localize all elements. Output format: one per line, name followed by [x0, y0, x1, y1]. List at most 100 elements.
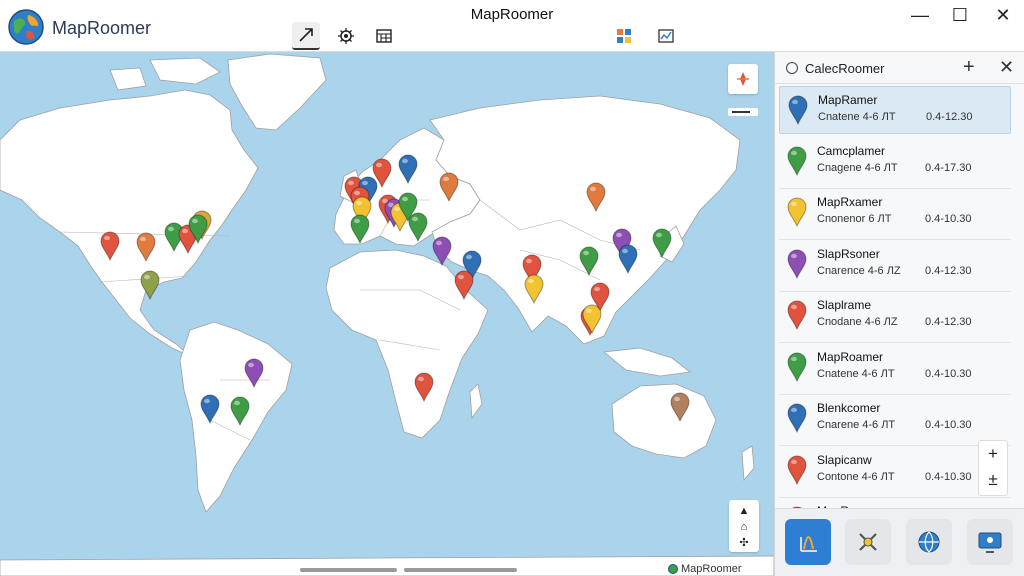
globe-logo-icon	[8, 9, 44, 45]
location-name: SlapRsoner	[817, 246, 880, 261]
map-pin[interactable]	[414, 372, 434, 403]
list-divider	[779, 239, 1011, 240]
location-value: 0.4-12.30	[926, 111, 973, 123]
list-divider	[779, 445, 1011, 446]
map-pin[interactable]	[432, 236, 452, 267]
chart-tool-button[interactable]	[652, 22, 680, 50]
chart-icon	[658, 29, 674, 43]
location-list-item[interactable]: MapRoamer Cnatene 4-6 ЛТ 0.4-10.30	[779, 344, 1011, 392]
sidebar-header: CalecRoomer + ✕	[775, 52, 1024, 84]
location-name: MapRamer	[818, 93, 878, 107]
location-subtitle: Cnarene 4-6 ЛТ	[817, 419, 896, 431]
map-pin-icon	[524, 274, 544, 305]
close-sidebar-button[interactable]: ✕	[999, 57, 1014, 77]
map-pin-icon	[188, 214, 208, 245]
map-scrollbar-right[interactable]	[404, 568, 517, 572]
arrow-tool-button[interactable]	[292, 22, 320, 50]
map-pin-icon	[582, 304, 602, 335]
location-list-item[interactable]: MapRoomer	[779, 498, 1011, 508]
minimize-button[interactable]: —	[900, 2, 940, 28]
map-pin-icon	[408, 212, 428, 243]
satellite-button[interactable]	[845, 519, 891, 565]
globe-small-icon	[668, 564, 678, 574]
map-pin-icon	[670, 392, 690, 423]
arrow-icon	[299, 28, 313, 42]
location-pin-icon	[787, 352, 807, 382]
map-scrollbar-left[interactable]	[300, 568, 397, 572]
map-scale-bar	[728, 108, 758, 116]
map-pin-icon	[618, 244, 638, 275]
location-name: MapRxamer	[817, 195, 883, 209]
screen-share-icon	[978, 532, 1002, 553]
map-pin[interactable]	[524, 274, 544, 305]
map-attribution: MapRoomer	[668, 563, 742, 575]
grid-tool-button[interactable]	[610, 22, 638, 50]
pan-home-icon[interactable]: ⌂	[729, 519, 759, 535]
map-pin[interactable]	[618, 244, 638, 275]
map-pin[interactable]	[582, 304, 602, 335]
map-pin[interactable]	[188, 214, 208, 245]
gear-icon	[338, 28, 354, 44]
map-pin[interactable]	[579, 246, 599, 277]
app-window: MapRoomer MapRoomer — ☐ ✕ ▲ ⌂ ✣ MapRoome…	[0, 0, 1024, 576]
world-map-land	[0, 53, 774, 576]
map-pin[interactable]	[100, 231, 120, 262]
zoom-control[interactable]: + ±	[978, 440, 1008, 496]
pan-up-icon[interactable]: ▲	[729, 503, 759, 519]
map-pin[interactable]	[408, 212, 428, 243]
location-list-item[interactable]: Blenkcomer Cnarene 4-6 ЛТ 0.4-10.30	[779, 395, 1011, 443]
map-pin-icon	[586, 182, 606, 213]
pan-control[interactable]: ▲ ⌂ ✣	[729, 500, 759, 552]
compass-button[interactable]	[728, 64, 758, 94]
location-subtitle: Cnagene 4-6 ЛТ	[817, 161, 898, 174]
map-pin[interactable]	[244, 358, 264, 389]
add-location-button[interactable]: +	[963, 56, 975, 78]
map-pin-icon	[100, 231, 120, 262]
map-pin[interactable]	[200, 394, 220, 425]
map-pin-icon	[414, 372, 434, 403]
location-list-item[interactable]: Slaplrame Cnodane 4-6 ЛZ 0.4-12.30	[779, 292, 1011, 340]
location-subtitle: Cnodane 4-6 ЛZ	[817, 316, 898, 328]
map-pin[interactable]	[454, 270, 474, 301]
map-pin[interactable]	[586, 182, 606, 213]
map-pin-icon	[454, 270, 474, 301]
pan-reset-icon[interactable]: ✣	[729, 535, 759, 551]
location-name: Camcplamer	[817, 143, 886, 158]
list-divider	[779, 342, 1011, 343]
globe-button[interactable]	[906, 519, 952, 565]
location-list-item[interactable]: Slapicanw Contone 4-6 ЛТ 0.4-10.30	[779, 447, 1011, 495]
map-pin-icon	[200, 394, 220, 425]
map-pin[interactable]	[398, 154, 418, 185]
maximize-button[interactable]: ☐	[940, 2, 980, 28]
zoom-in-button[interactable]: +	[979, 441, 1007, 467]
map-pin[interactable]	[136, 232, 156, 263]
profile-chart-icon	[800, 536, 817, 552]
circle-icon	[786, 62, 798, 74]
location-pin-icon	[787, 455, 807, 485]
location-list-item[interactable]: Camcplamer Cnagene 4-6 ЛТ 0.4-17.30	[779, 138, 1011, 186]
map-pin-icon	[350, 214, 370, 245]
map-pin-icon	[432, 236, 452, 267]
map-pin[interactable]	[140, 270, 160, 301]
map-pin[interactable]	[670, 392, 690, 423]
map-pin[interactable]	[230, 396, 250, 427]
location-list-item[interactable]: MapRamer Cnatene 4-6 ЛТ 0.4-12.30	[779, 86, 1011, 134]
location-subtitle: Cnatene 4-6 ЛТ	[817, 367, 895, 380]
location-list-item[interactable]: SlapRsoner Cnarence 4-6 ЛZ 0.4-12.30	[779, 241, 1011, 289]
location-list-item[interactable]: MapRxamer Cnonenor 6 ЛТ 0.4-10.30	[779, 189, 1011, 237]
screen-share-button[interactable]	[967, 519, 1013, 565]
location-value: 0.4-12.30	[925, 264, 972, 277]
profile-chart-button[interactable]	[785, 519, 831, 565]
close-button[interactable]: ✕	[983, 2, 1023, 28]
layers-tool-button[interactable]	[370, 22, 398, 50]
location-pin-icon	[787, 403, 807, 434]
map-pin[interactable]	[652, 228, 672, 259]
settings-tool-button[interactable]	[332, 22, 360, 50]
map-pin[interactable]	[439, 172, 459, 203]
sidebar-title: CalecRoomer	[805, 61, 885, 76]
map-pin-icon	[244, 358, 264, 389]
table-icon	[376, 29, 392, 43]
map-pin[interactable]	[350, 214, 370, 245]
world-map[interactable]: ▲ ⌂ ✣ MapRoomer	[0, 52, 774, 576]
zoom-out-button[interactable]: ±	[979, 467, 1007, 493]
